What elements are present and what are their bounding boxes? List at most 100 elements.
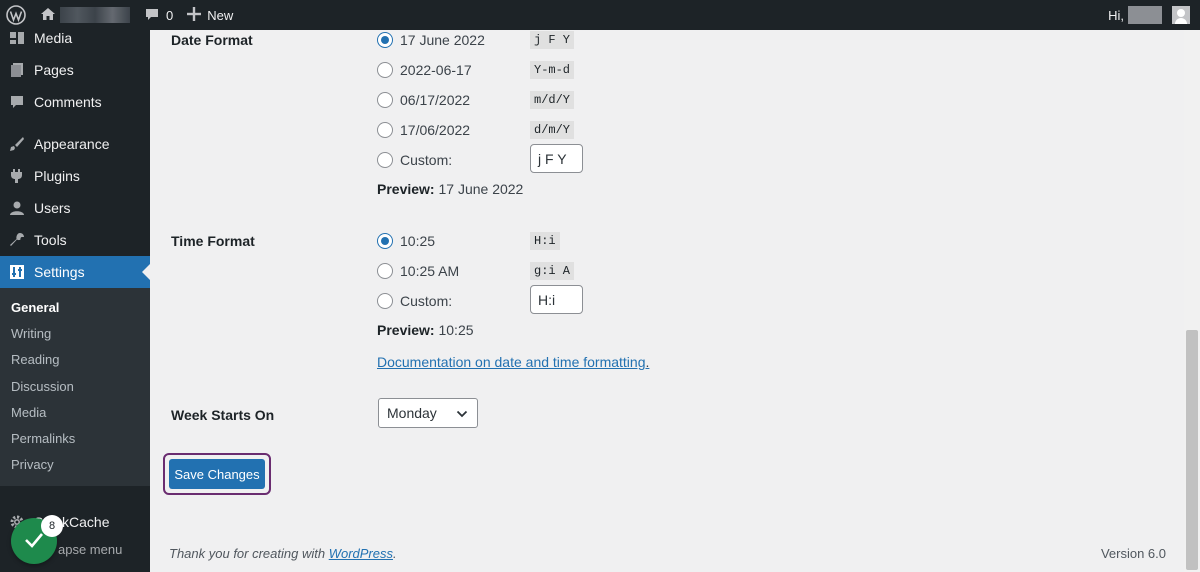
sidebar-item-plugins[interactable]: Plugins (0, 160, 150, 192)
option-label: 06/17/2022 (400, 92, 471, 108)
scrollbar-thumb[interactable] (1186, 330, 1198, 570)
submenu-item-privacy[interactable]: Privacy (0, 452, 150, 478)
time-format-label: Time Format (171, 233, 255, 249)
week-starts-select[interactable]: Monday (378, 398, 478, 428)
option-label: Custom: (400, 152, 453, 168)
wordpress-logo-icon[interactable] (0, 0, 32, 30)
submenu-item-general[interactable]: General (0, 294, 150, 320)
sidebar-item-label: Settings (34, 264, 85, 280)
documentation-link-suffix: . (645, 354, 650, 370)
submenu-item-media[interactable]: Media (0, 399, 150, 425)
new-content-link[interactable]: New (187, 0, 233, 30)
sidebar-item-comments[interactable]: Comments (0, 86, 150, 118)
notification-badge[interactable]: 8 (11, 515, 63, 564)
preview-value: 10:25 (438, 322, 474, 338)
date-option-2[interactable]: 2022-06-17 (377, 60, 472, 80)
radio-checked[interactable] (377, 233, 393, 249)
collapse-menu-label: apse menu (58, 541, 123, 557)
media-icon (9, 30, 25, 46)
format-code: d/m/Y (530, 121, 575, 139)
format-code: Y-m-d (530, 61, 575, 79)
submenu-item-writing[interactable]: Writing (0, 320, 150, 346)
sidebar-item-label: Tools (34, 232, 67, 248)
save-changes-button[interactable]: Save Changes (169, 459, 265, 489)
radio-checked[interactable] (377, 32, 393, 48)
sidebar-item-label: Appearance (34, 136, 110, 152)
sidebar-item-label: Media (34, 30, 73, 46)
checkmark-icon (23, 529, 45, 554)
format-code: g:i A (530, 262, 575, 280)
option-label: 17 June 2022 (400, 32, 485, 48)
comments-count: 0 (166, 7, 174, 23)
radio[interactable] (377, 92, 393, 108)
time-option-2[interactable]: 10:25 AM (377, 261, 459, 281)
comments-link[interactable]: 0 (144, 0, 173, 30)
time-option-1[interactable]: 10:25 (377, 231, 435, 251)
format-code: m/d/Y (530, 91, 575, 109)
page-scrollbar[interactable] (1184, 30, 1200, 572)
sidebar-item-tools[interactable]: Tools (0, 224, 150, 256)
settings-content: Date Format 17 June 2022 j F Y 2022-06-1… (150, 30, 1184, 572)
radio[interactable] (377, 62, 393, 78)
submenu-item-discussion[interactable]: Discussion (0, 373, 150, 399)
site-home-link[interactable] (36, 0, 134, 30)
submenu-item-permalinks[interactable]: Permalinks (0, 425, 150, 451)
option-label: 2022-06-17 (400, 62, 472, 78)
greeting-text: Hi, (1108, 7, 1124, 23)
time-option-custom[interactable]: Custom: (377, 291, 452, 311)
preview-label: Preview: (377, 322, 435, 338)
documentation-link[interactable]: Documentation on date and time formattin… (377, 354, 649, 370)
submenu-item-reading[interactable]: Reading (0, 347, 150, 373)
appearance-icon (9, 136, 25, 152)
sidebar-item-settings[interactable]: Settings (0, 256, 150, 288)
sidebar-item-users[interactable]: Users (0, 192, 150, 224)
user-account-menu[interactable]: Hi, (1108, 0, 1190, 30)
date-custom-input[interactable]: j F Y (530, 144, 583, 173)
preview-value: 17 June 2022 (438, 181, 524, 197)
preview-label: Preview: (377, 181, 435, 197)
sidebar-item-label: Pages (34, 62, 74, 78)
footer-thanks-prefix: Thank you for creating with (169, 546, 329, 561)
radio[interactable] (377, 263, 393, 279)
radio[interactable] (377, 293, 393, 309)
format-code: j F Y (530, 31, 575, 49)
new-label: New (207, 7, 234, 23)
admin-bar: 0 New Hi, (0, 0, 1200, 30)
footer-thanks-suffix: . (393, 546, 397, 561)
option-label: 17/06/2022 (400, 122, 471, 138)
avatar (1172, 6, 1190, 24)
pages-icon (9, 62, 25, 78)
chevron-down-icon (456, 407, 468, 423)
site-name-redacted (60, 7, 130, 23)
sidebar-item-label: Users (34, 200, 71, 216)
badge-count: 8 (41, 515, 63, 537)
footer-version: Version 6.0 (1100, 546, 1166, 561)
tools-icon (9, 232, 25, 248)
date-option-3[interactable]: 06/17/2022 (377, 90, 470, 110)
wordpress-link[interactable]: WordPress (329, 546, 393, 561)
date-option-4[interactable]: 17/06/2022 (377, 120, 470, 140)
plugins-icon (9, 168, 25, 184)
week-starts-value: Monday (387, 405, 437, 421)
date-option-1[interactable]: 17 June 2022 (377, 30, 485, 50)
users-icon (9, 200, 25, 216)
sidebar-item-label: Comments (34, 94, 102, 110)
save-button-focus-ring: Save Changes (163, 453, 271, 495)
sidebar-item-label: Plugins (34, 168, 80, 184)
comment-bubble-icon (144, 6, 160, 25)
date-format-label: Date Format (171, 32, 253, 48)
comments-icon (9, 94, 25, 110)
radio[interactable] (377, 152, 393, 168)
sidebar-item-pages[interactable]: Pages (0, 54, 150, 86)
date-option-custom[interactable]: Custom: (377, 150, 452, 170)
sidebar-item-appearance[interactable]: Appearance (0, 128, 150, 160)
option-label: Custom: (400, 293, 453, 309)
settings-icon (9, 264, 25, 280)
time-custom-input[interactable]: H:i (530, 285, 583, 314)
settings-submenu: General Writing Reading Discussion Media… (0, 288, 150, 487)
admin-sidebar: Media Pages Comments Appearance Plugins (0, 30, 150, 572)
option-label: 10:25 AM (400, 263, 460, 279)
radio[interactable] (377, 122, 393, 138)
username-redacted (1128, 6, 1162, 24)
documentation-link-text[interactable]: Documentation on date and time formattin… (377, 354, 646, 370)
